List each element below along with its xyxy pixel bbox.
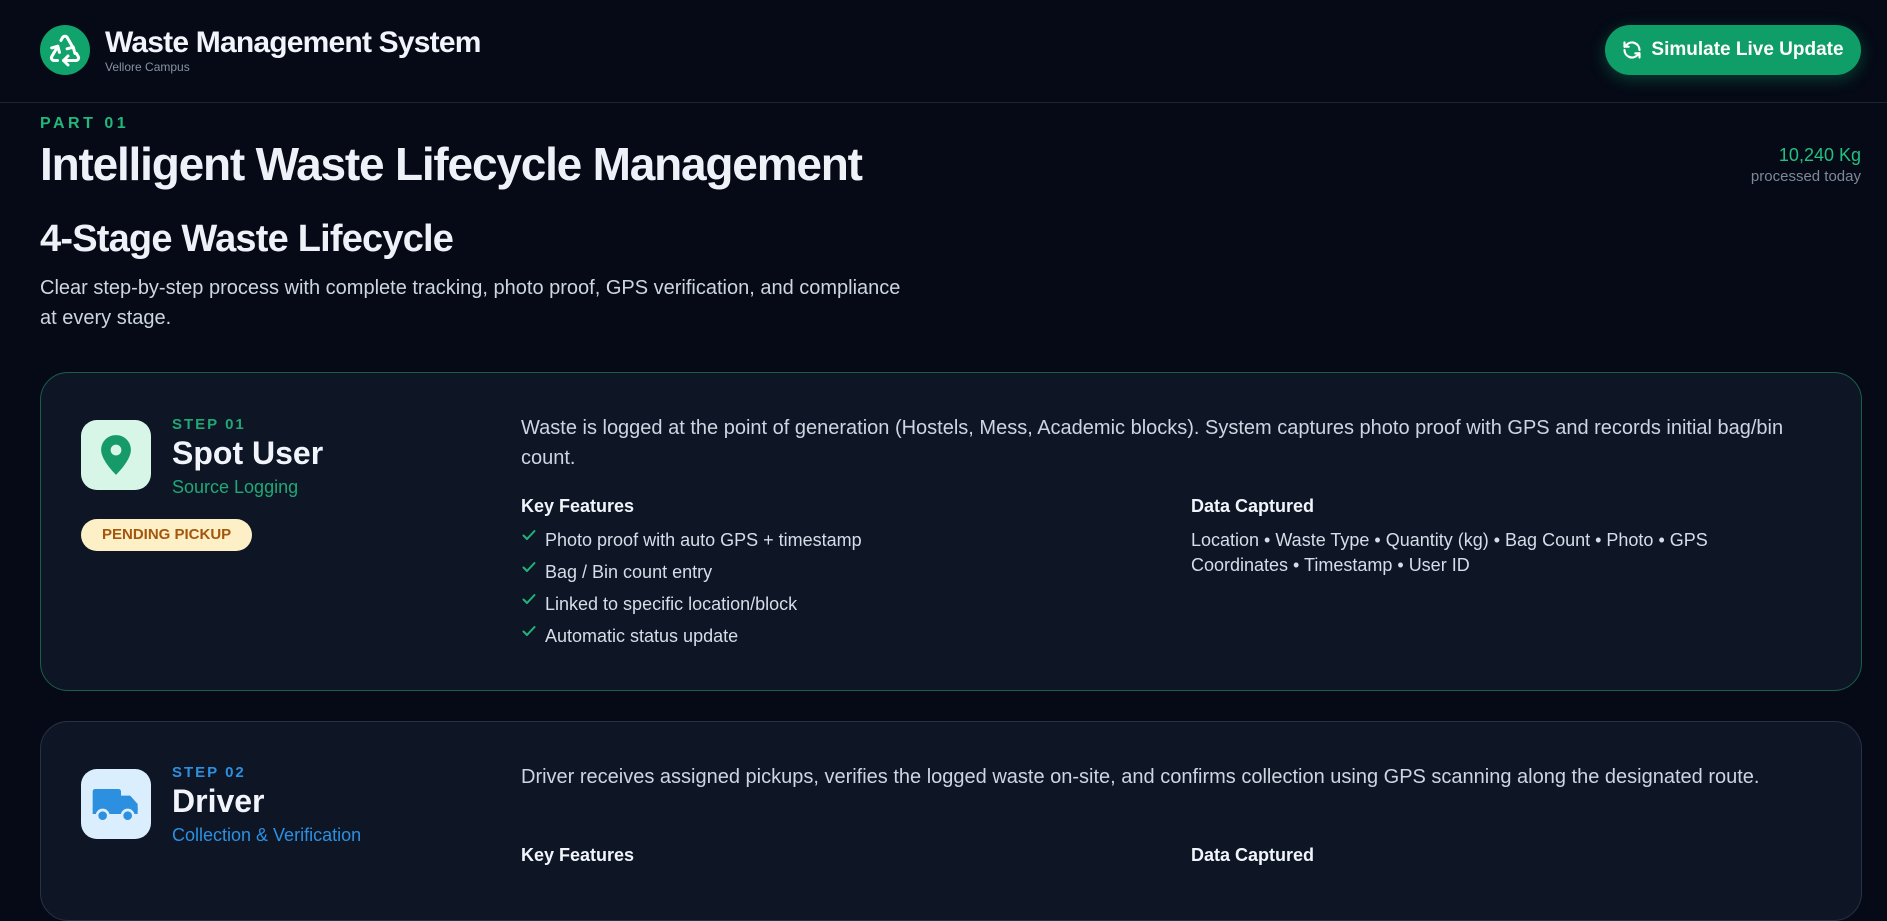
step-card-spot-user: STEP 01 Spot User Source Logging PENDING… <box>40 372 1862 691</box>
recycle-icon <box>40 25 90 75</box>
simulate-live-update-button[interactable]: Simulate Live Update <box>1605 25 1861 75</box>
feature-text: Photo proof with auto GPS + timestamp <box>545 530 862 550</box>
key-features-list: Photo proof with auto GPS + timestamp Ba… <box>521 524 862 652</box>
key-features-title: Key Features <box>521 496 635 516</box>
data-captured-text: Location • Waste Type • Quantity (kg) • … <box>1191 530 1708 575</box>
truck-icon <box>81 769 151 839</box>
list-item: Photo proof with auto GPS + timestamp <box>521 524 862 556</box>
section-title: 4-Stage Waste Lifecycle <box>40 218 454 260</box>
app-header: Waste Management System Vellore Campus S… <box>0 0 1887 103</box>
check-icon <box>522 626 536 636</box>
step-number: STEP 02 <box>172 764 246 781</box>
processed-stat-label: processed today <box>1750 168 1861 185</box>
simulate-live-update-label: Simulate Live Update <box>1651 39 1844 60</box>
page-title: Intelligent Waste Lifecycle Management <box>40 138 863 190</box>
part-label: PART 01 <box>40 115 130 132</box>
app-subtitle: Vellore Campus <box>105 60 190 74</box>
step-subtitle: Collection & Verification <box>172 825 362 845</box>
step-subtitle: Source Logging <box>172 477 299 497</box>
data-captured-title: Data Captured <box>1191 496 1315 516</box>
check-icon <box>522 562 536 572</box>
feature-text: Automatic status update <box>545 626 739 646</box>
processed-stat-value: 10,240 Kg <box>1778 145 1861 165</box>
step-name: Driver <box>172 783 265 819</box>
section-description: Clear step-by-step process with complete… <box>40 277 901 329</box>
map-pin-icon <box>81 420 151 490</box>
step-card-driver: STEP 02 Driver Collection & Verification… <box>40 721 1862 921</box>
step-description: Waste is logged at the point of generati… <box>521 417 1784 469</box>
step-description: Driver receives assigned pickups, verifi… <box>521 766 1760 788</box>
list-item: Automatic status update <box>521 620 862 652</box>
refresh-icon <box>1622 40 1642 60</box>
data-captured-title: Data Captured <box>1191 845 1315 865</box>
list-item: Bag / Bin count entry <box>521 556 862 588</box>
step-name: Spot User <box>172 435 324 471</box>
check-icon <box>522 530 536 540</box>
feature-text: Bag / Bin count entry <box>545 562 713 582</box>
key-features-title: Key Features <box>521 845 635 865</box>
app-title: Waste Management System <box>105 26 481 59</box>
status-badge: PENDING PICKUP <box>81 519 253 551</box>
check-icon <box>522 594 536 604</box>
feature-text: Linked to specific location/block <box>545 594 798 614</box>
step-number: STEP 01 <box>172 416 246 433</box>
list-item: Linked to specific location/block <box>521 588 862 620</box>
